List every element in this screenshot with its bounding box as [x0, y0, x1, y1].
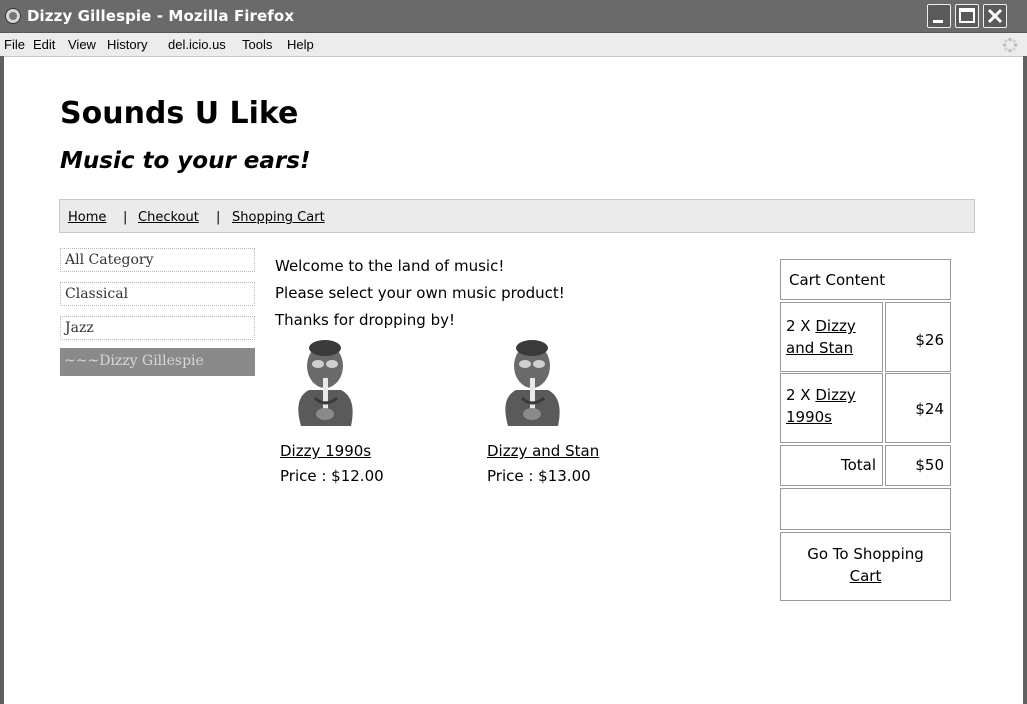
- product-link-dizzy-and-stan[interactable]: Dizzy and Stan: [487, 442, 599, 460]
- cart-item-link-dizzy-1990s-cont[interactable]: 1990s: [786, 408, 832, 426]
- category-dizzy-gillespie[interactable]: ~~~Dizzy Gillespie: [60, 348, 255, 376]
- cart-item-price: $24: [915, 400, 944, 418]
- cart-total-label: Total: [840, 456, 876, 474]
- maximize-button[interactable]: [955, 4, 979, 28]
- cart-item-price-cell: $26: [885, 302, 951, 372]
- welcome-line-1: Welcome to the land of music!: [275, 257, 505, 275]
- close-button[interactable]: [983, 4, 1007, 28]
- cart-item-price-cell: $24: [885, 373, 951, 443]
- cart-item-quantity: 2 X: [786, 386, 811, 404]
- site-title: Sounds U Like: [60, 96, 299, 131]
- firefox-icon: [5, 8, 21, 24]
- goto-shopping-cart-cell: Go To Shopping Cart: [780, 532, 951, 601]
- navigation-bar: Home | Checkout | Shopping Cart: [59, 199, 975, 233]
- cart-total-value: $50: [915, 456, 944, 474]
- product-image-dizzy-1990s[interactable]: [285, 338, 365, 428]
- window-frame-left: [0, 56, 4, 704]
- close-icon: [987, 8, 1003, 24]
- goto-shopping-cart-text[interactable]: Go To Shopping: [807, 545, 924, 563]
- goto-shopping-cart-link[interactable]: Cart: [850, 567, 882, 585]
- cart-heading-text: Cart Content: [789, 271, 886, 289]
- cart-item-link-dizzy-1990s[interactable]: Dizzy: [815, 386, 855, 404]
- cart-total-value-cell: $50: [885, 445, 951, 486]
- cart-heading: Cart Content: [780, 259, 951, 300]
- nav-separator: |: [216, 210, 221, 225]
- minimize-icon: [933, 20, 943, 23]
- product-price-dizzy-1990s: Price : $12.00: [280, 467, 384, 485]
- category-all[interactable]: All Category: [60, 248, 255, 272]
- trumpet-player-icon: [298, 340, 353, 426]
- welcome-line-3: Thanks for dropping by!: [275, 311, 455, 329]
- maximize-icon: [959, 8, 975, 23]
- menu-help[interactable]: Help: [287, 37, 314, 52]
- menu-edit[interactable]: Edit: [33, 37, 55, 52]
- trumpet-player-icon: [505, 340, 560, 426]
- window-titlebar: Dizzy Gillespie - Mozilla Firefox: [0, 0, 1027, 33]
- minimize-button[interactable]: [927, 4, 951, 28]
- welcome-line-2: Please select your own music product!: [275, 284, 565, 302]
- cart-item-name-cell: 2 X Dizzy 1990s: [780, 373, 883, 443]
- window-title: Dizzy Gillespie - Mozilla Firefox: [27, 7, 295, 25]
- cart-item-price: $26: [915, 331, 944, 349]
- menu-tools[interactable]: Tools: [242, 37, 272, 52]
- nav-home-link[interactable]: Home: [68, 210, 106, 225]
- nav-separator: |: [123, 210, 128, 225]
- product-link-dizzy-1990s[interactable]: Dizzy 1990s: [280, 442, 371, 460]
- menu-file[interactable]: File: [4, 37, 25, 52]
- throbber-icon: [1002, 37, 1018, 53]
- window-frame-right: [1023, 56, 1027, 704]
- site-slogan: Music to your ears!: [60, 148, 311, 174]
- nav-cart-link[interactable]: Shopping Cart: [232, 210, 325, 225]
- menu-delicious[interactable]: del.icio.us: [168, 37, 226, 52]
- cart-item-name-cell: 2 X Dizzy and Stan: [780, 302, 883, 372]
- cart-item-link-dizzy-and-stan[interactable]: Dizzy: [815, 317, 855, 335]
- cart-total-label-cell: Total: [780, 445, 883, 486]
- category-jazz[interactable]: Jazz: [60, 316, 255, 340]
- menu-view[interactable]: View: [68, 37, 96, 52]
- product-image-dizzy-and-stan[interactable]: [492, 338, 572, 428]
- product-price-dizzy-and-stan: Price : $13.00: [487, 467, 591, 485]
- category-classical[interactable]: Classical: [60, 282, 255, 306]
- cart-item-link-dizzy-and-stan-cont[interactable]: and Stan: [786, 339, 853, 357]
- cart-empty-row: [780, 488, 951, 530]
- menu-history[interactable]: History: [107, 37, 147, 52]
- nav-checkout-link[interactable]: Checkout: [138, 210, 199, 225]
- cart-item-quantity: 2 X: [786, 317, 811, 335]
- menu-bar: File Edit View History del.icio.us Tools…: [0, 33, 1027, 57]
